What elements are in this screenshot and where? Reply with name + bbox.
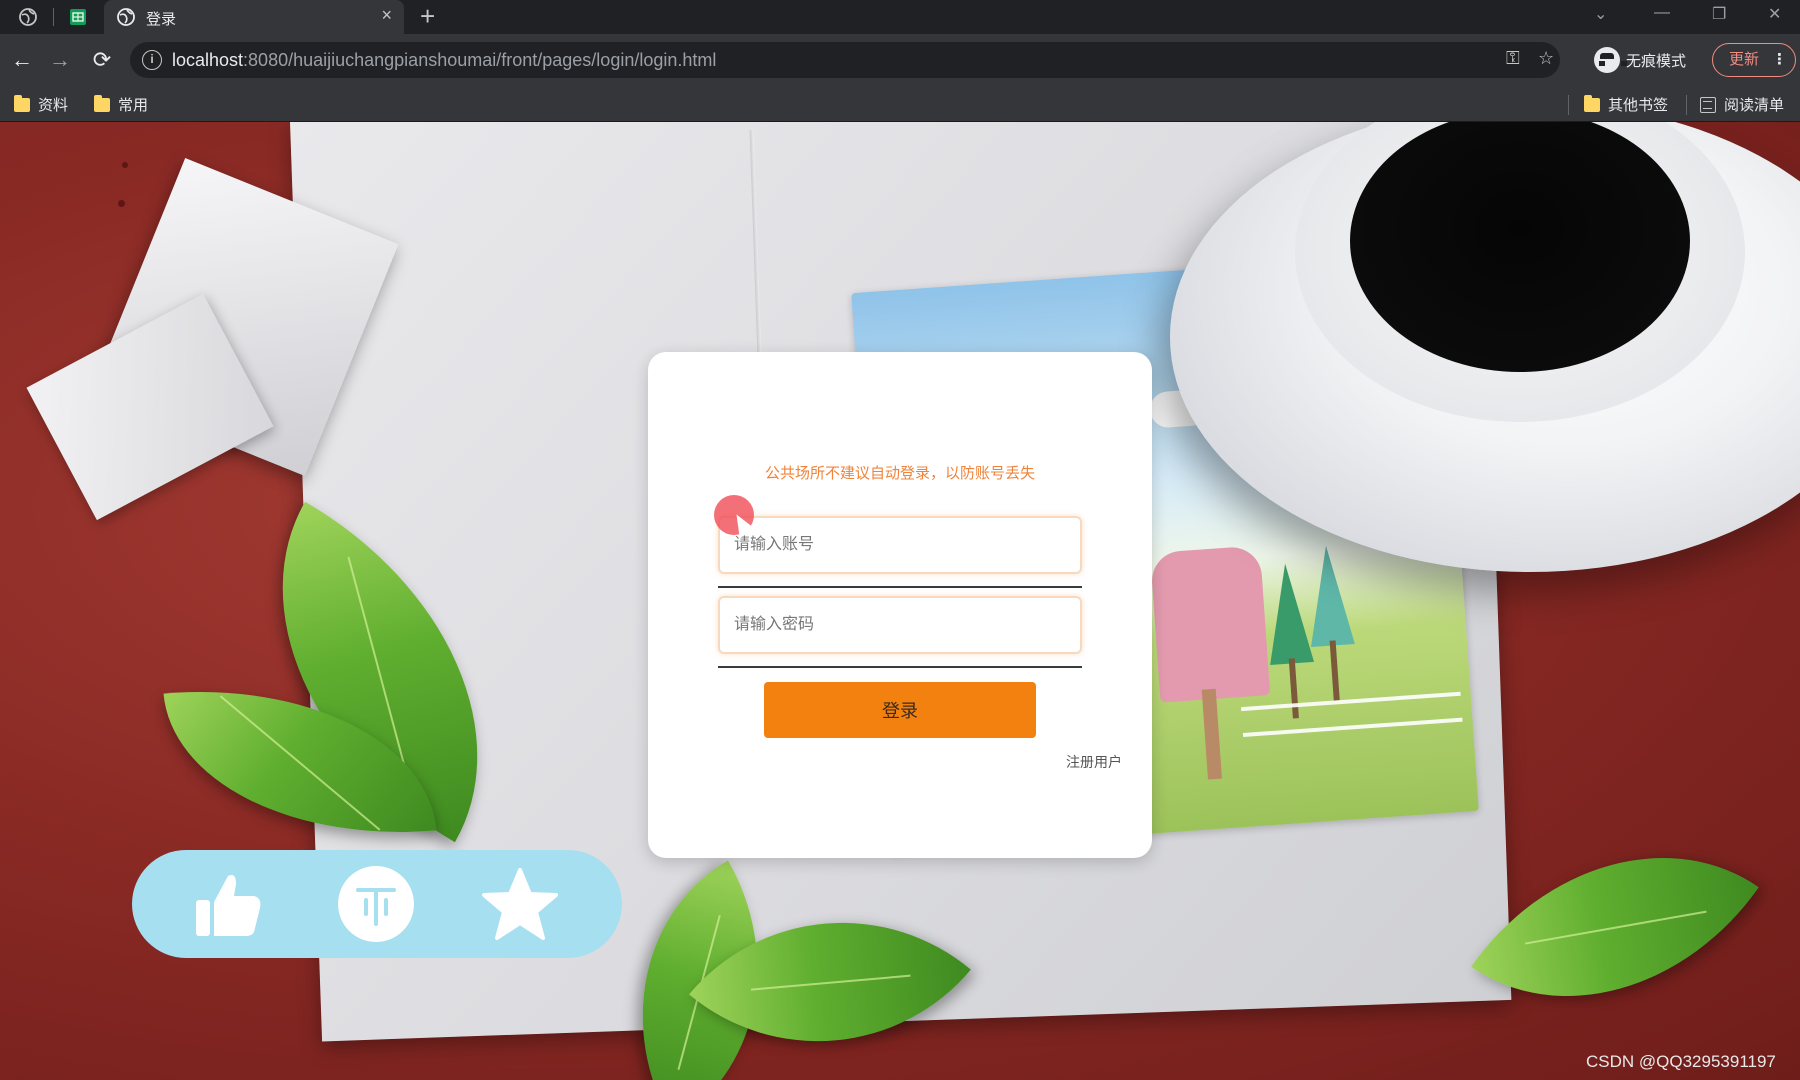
forward-button[interactable]: →	[44, 44, 76, 76]
folder-icon	[1584, 94, 1600, 112]
bookmark-folder-changyong[interactable]: 常用	[94, 94, 148, 115]
account-underline	[718, 586, 1082, 588]
tab-login[interactable]: 登录 ×	[104, 0, 404, 34]
coin-icon[interactable]	[336, 864, 416, 944]
register-link[interactable]: 注册用户	[1066, 752, 1122, 772]
account-field[interactable]	[718, 516, 1082, 574]
url-text[interactable]: localhost:8080/huaijiuchangpianshoumai/f…	[172, 50, 716, 71]
globe-icon	[117, 8, 135, 26]
globe-icon[interactable]	[18, 7, 38, 27]
bookmark-separator	[1568, 95, 1569, 115]
spreadsheet-icon[interactable]	[68, 7, 88, 27]
bookmark-label: 其他书签	[1608, 97, 1669, 114]
info-icon[interactable]: i	[142, 50, 162, 70]
mailbox-illustration	[1150, 545, 1271, 703]
thumbs-up-icon[interactable]	[188, 864, 268, 944]
social-actions-pill	[132, 850, 622, 958]
login-button[interactable]: 登录	[764, 682, 1036, 738]
bookmarks-bar: 资料 常用 其他书签 阅读清单	[0, 86, 1800, 122]
page-background: 公共场所不建议自动登录，以防账号丢失 登录 注册用户	[0, 122, 1800, 1080]
reading-list-label: 阅读清单	[1724, 97, 1785, 114]
tab-title: 登录	[146, 11, 177, 28]
password-field[interactable]	[718, 596, 1082, 654]
bookmark-label: 资料	[38, 97, 69, 114]
bookmark-folder-other[interactable]: 其他书签	[1584, 94, 1668, 115]
chevron-down-icon[interactable]: ⌄	[1594, 4, 1607, 24]
incognito-icon	[1594, 47, 1627, 73]
password-input[interactable]	[720, 598, 1080, 652]
tab-separator	[53, 8, 54, 26]
bookmark-separator	[1686, 95, 1687, 115]
bookmark-folder-ziliao[interactable]: 资料	[14, 94, 68, 115]
close-window-icon[interactable]: ✕	[1768, 4, 1781, 24]
star-icon[interactable]	[480, 864, 560, 944]
folder-icon	[94, 94, 110, 112]
leaf-decoration	[1471, 778, 1759, 1076]
tree-trunk	[1329, 640, 1340, 701]
close-icon[interactable]: ×	[381, 5, 392, 26]
address-bar[interactable]: i localhost:8080/huaijiuchangpianshoumai…	[130, 42, 1560, 78]
account-input[interactable]	[720, 518, 1080, 572]
folder-icon	[14, 94, 30, 112]
reload-button[interactable]: ⟳	[86, 44, 118, 76]
fence-illustration	[1241, 691, 1463, 738]
update-button[interactable]: 更新 ⋮	[1712, 43, 1796, 77]
login-notice: 公共场所不建议自动登录，以防账号丢失	[764, 465, 1035, 482]
reading-list-icon	[1700, 96, 1716, 113]
minimize-icon[interactable]: —	[1654, 4, 1670, 22]
coffee-surface	[1350, 122, 1690, 372]
menu-icon[interactable]: ⋮	[1772, 44, 1787, 75]
background-speck	[118, 200, 125, 207]
password-underline	[718, 666, 1082, 668]
browser-toolbar: ← → ⟳ i localhost:8080/huaijiuchangpians…	[0, 34, 1800, 86]
star-outline-icon[interactable]: ☆	[1538, 48, 1554, 69]
watermark-text: CSDN @QQ3295391197	[1586, 1052, 1776, 1071]
mailbox-post	[1201, 688, 1222, 780]
tree-illustration	[1304, 544, 1355, 648]
incognito-indicator[interactable]: 无痕模式	[1594, 43, 1686, 77]
bookmark-label: 常用	[118, 97, 149, 114]
background-speck	[122, 162, 128, 168]
reading-list-button[interactable]: 阅读清单	[1700, 94, 1784, 115]
update-label: 更新	[1729, 51, 1760, 68]
back-button[interactable]: ←	[6, 44, 38, 76]
login-card: 公共场所不建议自动登录，以防账号丢失 登录 注册用户	[648, 352, 1152, 858]
incognito-label: 无痕模式	[1626, 52, 1687, 70]
new-tab-button[interactable]: +	[420, 2, 435, 30]
browser-tab-bar: 登录 × + ⌄ — ❐ ✕	[0, 0, 1800, 34]
key-icon[interactable]: ⚿	[1506, 48, 1520, 69]
restore-icon[interactable]: ❐	[1712, 4, 1726, 24]
